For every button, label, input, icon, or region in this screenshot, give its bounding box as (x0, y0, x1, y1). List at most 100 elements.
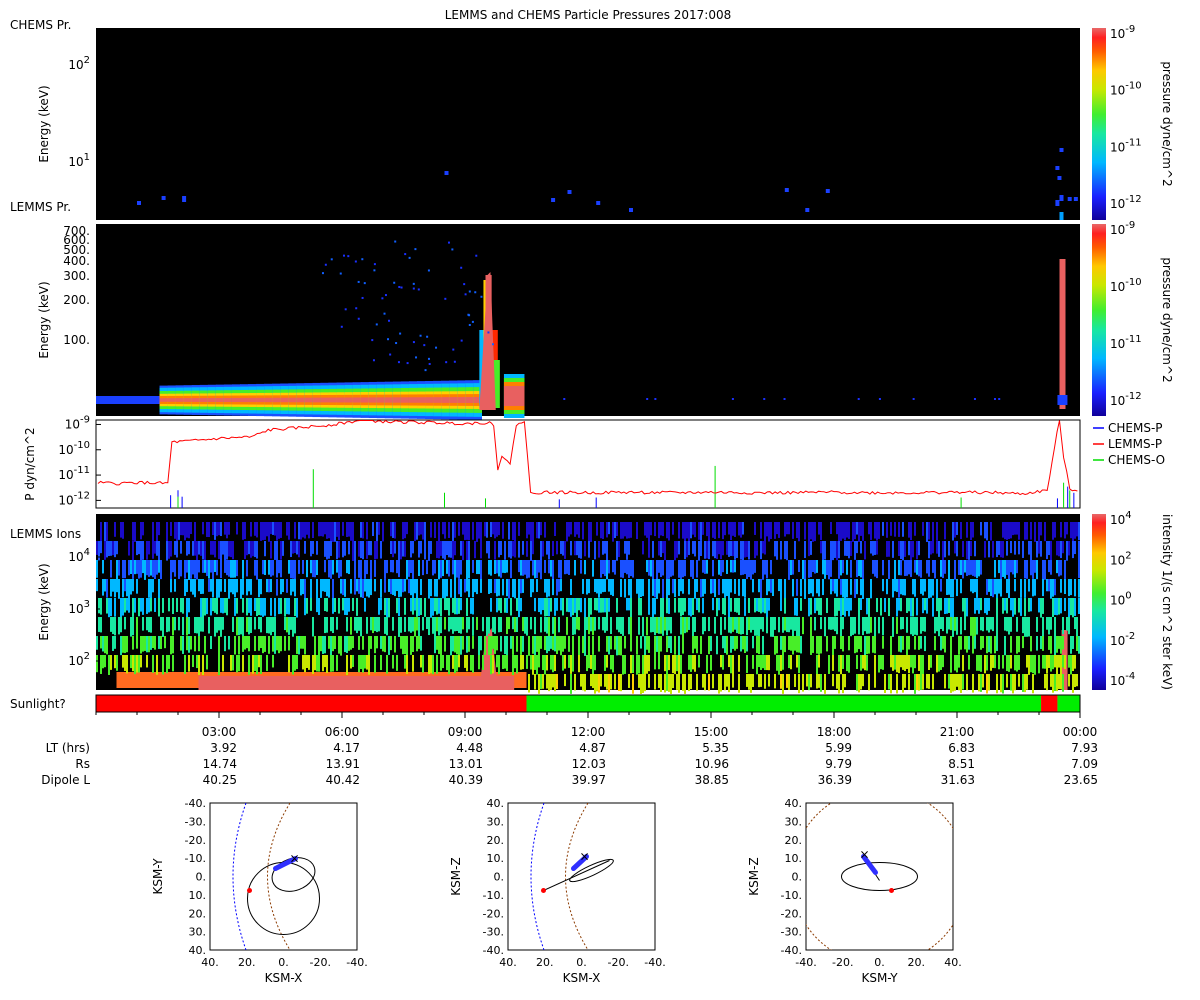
ions-cell (128, 541, 130, 556)
lemms-cell (449, 397, 458, 403)
ions-cell (678, 636, 680, 656)
ions-cell (666, 617, 668, 636)
ions-cell (1064, 560, 1066, 579)
ions-cell (546, 617, 548, 634)
lemms-cell (398, 285, 401, 288)
orbit-xtick: 0. (278, 956, 289, 969)
ions-cell (906, 560, 908, 576)
ions-cell (436, 617, 438, 632)
ions-cell (498, 655, 500, 675)
ions-cell (104, 579, 106, 592)
ions-cell (724, 674, 726, 691)
ions-cell (506, 598, 508, 613)
lemms-cell (330, 258, 333, 261)
ions-cell (360, 579, 362, 598)
ions-cell (530, 655, 532, 670)
ions-cell (888, 674, 890, 690)
ions-cell (218, 579, 220, 598)
ions-cell (972, 617, 974, 637)
ions-cell (310, 541, 312, 557)
ions-cell (194, 636, 196, 652)
ions-cell (234, 560, 236, 578)
ions-cell (266, 617, 268, 634)
ions-cell (1054, 598, 1056, 615)
ions-cell (1040, 636, 1042, 650)
ions-cell (278, 598, 280, 615)
ions-cell (622, 617, 624, 636)
ions-cell (722, 560, 724, 573)
sunlight-segment (1041, 695, 1058, 712)
ions-cell (360, 617, 362, 637)
ions-cell (324, 598, 326, 612)
ions-cell (352, 598, 354, 611)
ions-cell (720, 617, 722, 635)
ions-cell (578, 598, 580, 611)
ions-cell (250, 598, 252, 616)
ions-cell (422, 655, 424, 673)
ions-cell (532, 579, 534, 593)
ions-cell (548, 617, 550, 636)
ions-cell (248, 579, 250, 592)
ions-cell (510, 598, 512, 616)
ions-cell (322, 655, 324, 672)
ions-cell (144, 636, 146, 651)
ions-cell (552, 617, 554, 634)
ions-cell (1060, 560, 1062, 576)
ions-cell (594, 598, 596, 611)
ions-cell (184, 579, 186, 596)
ions-cell (506, 579, 508, 597)
lemms-cell (878, 398, 881, 400)
lemms-cell (460, 266, 463, 269)
ions-cell (204, 541, 206, 561)
ions-cell (364, 655, 366, 669)
ions-cell (604, 579, 606, 592)
ephemeris-value: 23.65 (1064, 773, 1098, 787)
ions-cell (174, 522, 176, 539)
ions-cell (496, 655, 498, 668)
ions-cell (150, 579, 152, 599)
ions-cell (734, 560, 736, 573)
ions-cell (366, 579, 368, 597)
ions-cell (928, 579, 930, 599)
ions-cell (856, 674, 858, 691)
ions-cell (824, 674, 826, 694)
ions-cell (1056, 655, 1058, 675)
ions-cell (490, 579, 492, 594)
ions-cell (1000, 541, 1002, 558)
ions-cell (200, 541, 202, 556)
ions-cell (290, 617, 292, 630)
ions-cell (108, 598, 110, 618)
lemms-cell (441, 397, 450, 403)
ions-cell (406, 560, 408, 580)
ions-cell (872, 560, 874, 574)
ions-cell (898, 579, 900, 598)
ions-cell (902, 579, 904, 596)
ions-cell (870, 617, 872, 633)
ions-cell (574, 541, 576, 556)
ions-cell (932, 579, 934, 596)
ions-cell (732, 617, 734, 632)
ions-cell (274, 598, 276, 617)
ions-cell (526, 560, 528, 579)
ions-cell (1048, 579, 1050, 592)
ions-cell (554, 617, 556, 637)
ions-cell (140, 636, 142, 654)
ions-cell (336, 655, 338, 671)
ions-cell (966, 636, 968, 653)
ions-cell (534, 560, 536, 579)
ions-cell (494, 522, 496, 539)
ions-cell (1020, 579, 1022, 598)
ions-cell (442, 655, 444, 669)
ions-cell (818, 522, 820, 535)
ions-cell (538, 636, 540, 656)
ions-cell (362, 655, 364, 673)
ions-cell (548, 598, 550, 617)
ephemeris-row-label: Dipole L (41, 773, 90, 787)
ions-cell (980, 560, 982, 575)
ions-cell (962, 541, 964, 557)
ions-cell (358, 655, 360, 673)
ions-cell (1028, 579, 1030, 592)
ions-cell (766, 655, 768, 671)
ions-cell (362, 636, 364, 650)
ions-cell (900, 560, 902, 576)
